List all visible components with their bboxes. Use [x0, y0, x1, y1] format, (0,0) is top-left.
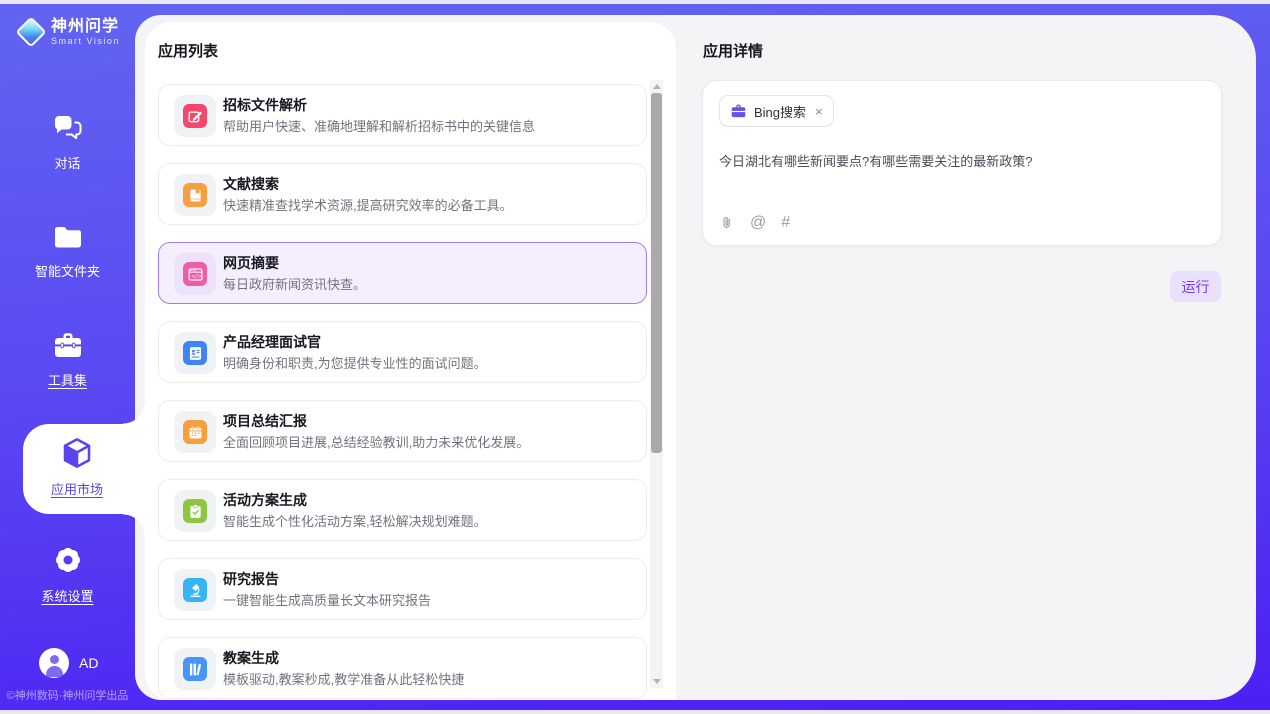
app-icon — [174, 490, 216, 532]
app-icon — [174, 569, 216, 611]
user-profile[interactable]: AD — [39, 648, 98, 678]
app-card-title: 活动方案生成 — [223, 490, 307, 510]
scroll-down-arrow-icon[interactable] — [650, 675, 663, 688]
diamond-logo-icon — [15, 16, 46, 47]
app-card-web-summary[interactable]: </> 网页摘要 每日政府新闻资讯快查。 — [158, 242, 647, 304]
app-icon — [174, 332, 216, 374]
scrollbar[interactable] — [650, 80, 663, 688]
prompt-card: Bing搜索 × 今日湖北有哪些新闻要点?有哪些需要关注的最新政策? @ # — [702, 80, 1222, 246]
calendar-icon — [183, 420, 207, 444]
app-card-pm-interviewer[interactable]: 产品经理面试官 明确身份和职责,为您提供专业性的面试问题。 — [158, 321, 647, 383]
sidebar-item-label: 智能文件夹 — [0, 261, 135, 280]
brand-text: 神州问学 Smart Vision — [51, 18, 120, 46]
user-avatar-icon — [39, 648, 69, 678]
gear-icon — [53, 545, 83, 575]
attachment-icon[interactable] — [719, 214, 735, 232]
app-card-lesson-plan[interactable]: 教案生成 模板驱动,教案秒成,教学准备从此轻松快捷 — [158, 637, 647, 699]
app-list-panel: 应用列表 招标文件解析 帮助用户快速、准确地理解和解析招标书中的关键信息 — [145, 22, 676, 700]
tool-tag-bing-search[interactable]: Bing搜索 × — [719, 95, 834, 127]
app-card-desc: 每日政府新闻资讯快查。 — [223, 274, 366, 293]
app-icon — [174, 648, 216, 690]
app-card-desc: 帮助用户快速、准确地理解和解析招标书中的关键信息 — [223, 116, 535, 135]
user-initials: AD — [79, 655, 98, 671]
app-card-bid-parsing[interactable]: 招标文件解析 帮助用户快速、准确地理解和解析招标书中的关键信息 — [158, 84, 647, 146]
browser-code-icon: </> — [183, 262, 207, 286]
sidebar-item-label: 系统设置 — [0, 586, 135, 605]
brand-logo: 神州问学 Smart Vision — [20, 18, 120, 46]
close-icon[interactable]: × — [815, 104, 823, 119]
scroll-up-arrow-icon[interactable] — [650, 80, 663, 93]
briefcase-icon — [730, 103, 747, 120]
doc-edit-icon — [183, 104, 207, 128]
hashtag-icon[interactable]: # — [781, 215, 790, 231]
svg-text:</>: </> — [191, 274, 202, 280]
app-card-desc: 一键智能生成高质量长文本研究报告 — [223, 590, 431, 609]
app-card-title: 产品经理面试官 — [223, 332, 321, 352]
run-button[interactable]: 运行 — [1170, 271, 1221, 302]
toolbox-icon — [53, 332, 83, 359]
app-card-list: 招标文件解析 帮助用户快速、准确地理解和解析招标书中的关键信息 文献搜索 快速精… — [158, 84, 647, 700]
app-icon — [174, 411, 216, 453]
app-card-desc: 快速精准查找学术资源,提高研究效率的必备工具。 — [223, 195, 513, 214]
app-card-title: 招标文件解析 — [223, 95, 307, 115]
sidebar-item-label: 工具集 — [0, 370, 135, 389]
prompt-text[interactable]: 今日湖北有哪些新闻要点?有哪些需要关注的最新政策? — [719, 151, 1199, 170]
app-card-title: 项目总结汇报 — [223, 411, 307, 431]
app-icon — [174, 95, 216, 137]
cube-icon — [59, 435, 95, 471]
app-card-event-plan[interactable]: 活动方案生成 智能生成个性化活动方案,轻松解决规划难题。 — [158, 479, 647, 541]
app-card-literature-search[interactable]: 文献搜索 快速精准查找学术资源,提高研究效率的必备工具。 — [158, 163, 647, 225]
microscope-icon — [183, 578, 207, 602]
app-card-title: 网页摘要 — [223, 253, 279, 273]
sidebar-item-smart-folder[interactable]: 智能文件夹 — [0, 225, 135, 280]
app-icon — [174, 174, 216, 216]
app-card-title: 教案生成 — [223, 648, 279, 668]
sidebar-item-toolset[interactable]: 工具集 — [0, 332, 135, 389]
app-card-project-summary[interactable]: 项目总结汇报 全面回顾项目进展,总结经验教训,助力未来优化发展。 — [158, 400, 647, 462]
app-window: 神州问学 Smart Vision 对话 智能文件夹 — [0, 0, 1270, 714]
brand-name: 神州问学 — [51, 18, 120, 36]
tool-tag-label: Bing搜索 — [754, 102, 806, 121]
resume-icon — [183, 341, 207, 365]
app-card-desc: 模板驱动,教案秒成,教学准备从此轻松快捷 — [223, 669, 464, 688]
copyright-text: ©神州数码·神州问学出品 — [0, 687, 135, 703]
scrollbar-thumb[interactable] — [651, 93, 662, 453]
brand-tagline: Smart Vision — [51, 36, 120, 46]
composer-toolbar: @ # — [719, 214, 790, 232]
app-detail-title: 应用详情 — [703, 40, 763, 61]
app-card-desc: 全面回顾项目进展,总结经验教训,助力未来优化发展。 — [223, 432, 529, 451]
folder-icon — [53, 225, 83, 250]
sidebar-item-label: 应用市场 — [23, 479, 145, 498]
sidebar-item-app-market[interactable]: 应用市场 — [23, 424, 145, 514]
app-card-title: 文献搜索 — [223, 174, 279, 194]
mention-icon[interactable]: @ — [750, 215, 766, 231]
sidebar-item-chat[interactable]: 对话 — [0, 114, 135, 172]
sidebar-item-label: 对话 — [0, 153, 135, 172]
sidebar-item-settings[interactable]: 系统设置 — [0, 545, 135, 605]
clipboard-check-icon — [183, 499, 207, 523]
book-icon — [183, 183, 207, 207]
app-card-research-report[interactable]: 研究报告 一键智能生成高质量长文本研究报告 — [158, 558, 647, 620]
app-icon: </> — [174, 253, 216, 295]
app-card-title: 研究报告 — [223, 569, 279, 589]
books-icon — [183, 657, 207, 681]
sidebar: 神州问学 Smart Vision 对话 智能文件夹 — [0, 4, 135, 710]
app-card-desc: 明确身份和职责,为您提供专业性的面试问题。 — [223, 353, 487, 372]
chat-icon — [53, 114, 83, 142]
app-card-desc: 智能生成个性化活动方案,轻松解决规划难题。 — [223, 511, 487, 530]
app-list-title: 应用列表 — [158, 40, 218, 61]
